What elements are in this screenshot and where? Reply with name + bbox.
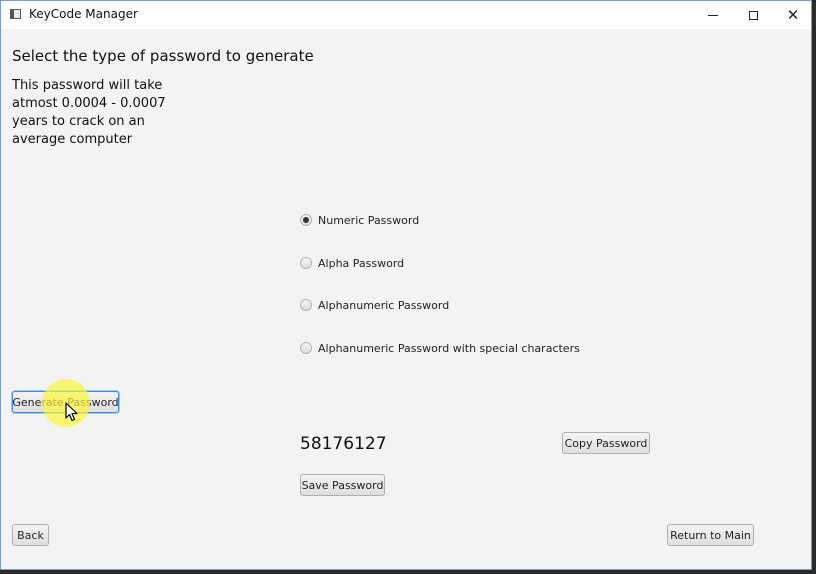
radio-alphanumeric-special-password[interactable]: Alphanumeric Password with special chara… (300, 340, 580, 356)
radio-button[interactable] (300, 299, 312, 311)
title-bar[interactable]: KeyCode Manager ✕ (1, 1, 811, 29)
maximize-icon (748, 10, 758, 20)
generate-password-button[interactable]: Generate Password (12, 391, 119, 413)
minimize-button[interactable] (693, 1, 733, 29)
minimize-icon (708, 14, 718, 16)
radio-label: Alphanumeric Password (318, 298, 450, 312)
radio-alpha-password[interactable]: Alpha Password (300, 255, 404, 271)
radio-button[interactable] (300, 257, 312, 269)
back-button[interactable]: Back (12, 524, 49, 546)
radio-button[interactable] (300, 342, 312, 354)
generated-password: 58176127 (300, 434, 387, 454)
radio-label: Numeric Password (318, 213, 420, 227)
page-heading: Select the type of password to generate (12, 47, 314, 65)
app-window-icon (10, 9, 21, 19)
radio-label: Alphanumeric Password with special chara… (318, 341, 580, 355)
close-icon: ✕ (786, 5, 800, 24)
radio-alphanumeric-password[interactable]: Alphanumeric Password (300, 297, 449, 313)
radio-numeric-password[interactable]: Numeric Password (300, 212, 419, 228)
copy-password-button[interactable]: Copy Password (562, 432, 650, 454)
crack-time-estimate: This password will take atmost 0.0004 - … (12, 78, 166, 147)
close-button[interactable]: ✕ (773, 1, 811, 29)
window-title: KeyCode Manager (29, 7, 138, 21)
radio-label: Alpha Password (318, 256, 405, 270)
app-window: KeyCode Manager ✕ Select the type of pas… (0, 0, 812, 570)
maximize-button[interactable] (733, 1, 773, 29)
radio-button-selected[interactable] (300, 214, 312, 226)
save-password-button[interactable]: Save Password (300, 474, 385, 496)
return-to-main-button[interactable]: Return to Main (667, 524, 754, 546)
